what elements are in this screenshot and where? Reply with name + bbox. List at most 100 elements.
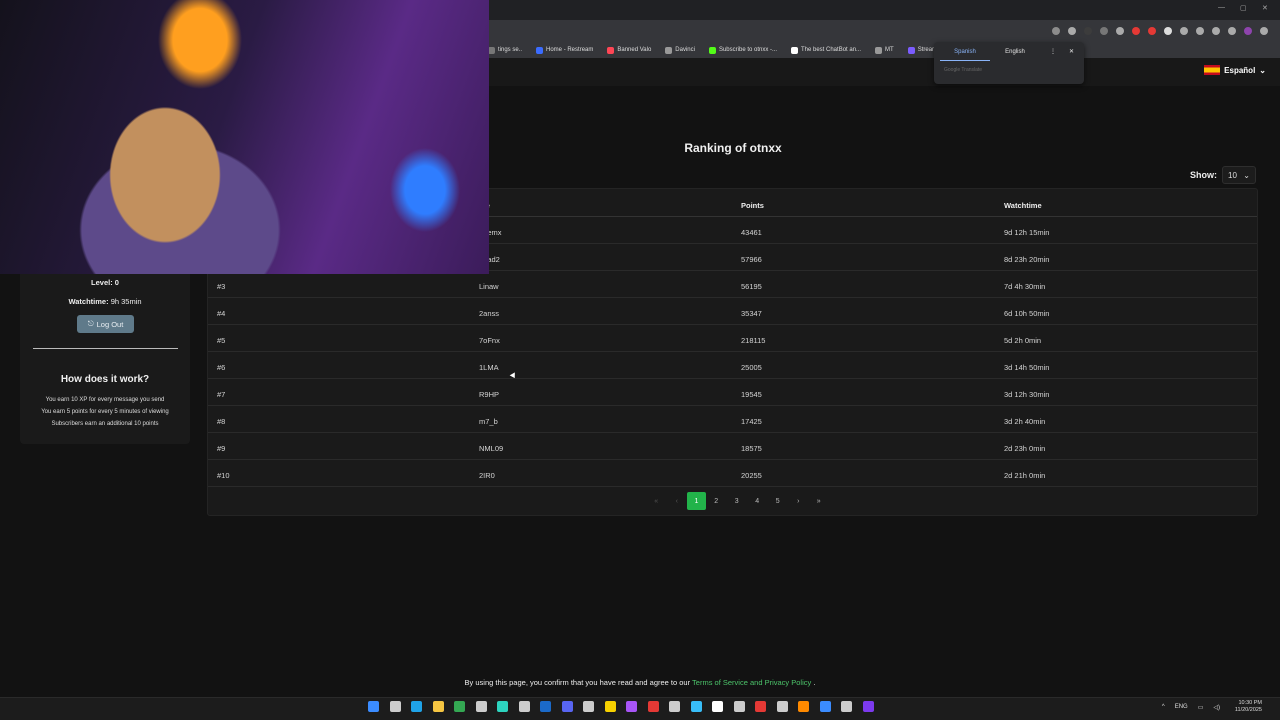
taskbar-app-icon[interactable]: [497, 701, 508, 712]
name-cell: NML09: [479, 444, 504, 453]
bookmark-favicon-icon: [607, 46, 615, 54]
taskbar-app-icon[interactable]: [540, 701, 551, 712]
taskbar-app-icon[interactable]: [475, 701, 487, 712]
bookmark-favicon-icon: [488, 46, 495, 54]
profile-avatar[interactable]: [1244, 27, 1252, 35]
extension-icon[interactable]: [1164, 27, 1172, 35]
taskbar-app-icon[interactable]: [733, 701, 745, 712]
kebab-menu-icon[interactable]: [1260, 27, 1268, 35]
taskbar-app-icon[interactable]: [669, 701, 680, 712]
chevron-down-icon: ⌄: [1243, 170, 1250, 180]
taskbar-app-icon[interactable]: [411, 701, 422, 712]
taskbar-app-icon[interactable]: [604, 701, 616, 712]
logout-button[interactable]: ⎋ Log Out: [77, 315, 134, 333]
taskbar-app-icon[interactable]: [561, 701, 573, 712]
bookmark-favicon-icon: [536, 46, 544, 54]
watchtime-cell: 5d 2h 0min: [1004, 336, 1042, 345]
more-options-icon[interactable]: ⋮: [1050, 48, 1056, 55]
taskbar-app-icon[interactable]: [583, 701, 594, 712]
webcam-overlay: [0, 0, 489, 274]
taskbar-app-icon[interactable]: [712, 701, 723, 712]
bookmark-item[interactable]: Banned Valo: [607, 46, 651, 54]
extension-icon[interactable]: [1148, 27, 1156, 35]
bookmark-label: MT: [885, 47, 894, 53]
bookmark-item[interactable]: Subscribe to otnxx -...: [708, 46, 777, 54]
terms-link[interactable]: Terms of Service and Privacy Policy: [692, 678, 811, 687]
bookmark-label: Davinci: [675, 47, 695, 53]
prev-page-button[interactable]: ‹: [667, 492, 688, 510]
taskbar-app-icon[interactable]: [755, 701, 766, 712]
close-icon[interactable]: ✕: [1069, 48, 1074, 55]
show-count-select[interactable]: 10 ⌄: [1222, 166, 1256, 184]
bookmark-item[interactable]: Home - Restream: [536, 46, 593, 54]
taskbar-app-icon[interactable]: [690, 701, 702, 712]
maximize-button[interactable]: ▢: [1240, 4, 1247, 12]
extension-icon[interactable]: [1228, 27, 1236, 35]
name-cell: 2IR0: [479, 471, 495, 480]
taskbar-app-icon[interactable]: [518, 701, 530, 712]
close-window-button[interactable]: ✕: [1262, 4, 1268, 12]
name-cell: Linaw: [479, 282, 499, 291]
first-page-button[interactable]: «: [646, 492, 667, 510]
taskbar-app-icon[interactable]: [432, 701, 444, 712]
chevron-up-icon[interactable]: ^: [1162, 704, 1165, 711]
chevron-down-icon: ⌄: [1259, 65, 1266, 75]
extension-icon[interactable]: [1116, 27, 1124, 35]
page-button[interactable]: 5: [768, 492, 789, 510]
divider: [33, 348, 178, 349]
page-button[interactable]: 2: [706, 492, 727, 510]
minimize-button[interactable]: —: [1218, 4, 1225, 11]
extension-icon[interactable]: [1132, 27, 1140, 35]
language-indicator[interactable]: ENG: [1175, 704, 1188, 711]
name-cell: 1LMA: [479, 363, 499, 372]
bookmark-item[interactable]: tings se..: [488, 46, 522, 54]
bookmark-label: The best ChatBot an...: [801, 47, 862, 53]
tab-spanish[interactable]: Spanish: [940, 44, 990, 61]
extension-icon[interactable]: [1180, 27, 1188, 35]
next-page-button[interactable]: ›: [788, 492, 809, 510]
taskbar-app-icon[interactable]: [798, 701, 809, 712]
page-button[interactable]: 3: [727, 492, 748, 510]
taskbar-app-icon[interactable]: [626, 701, 637, 712]
taskbar-app-icon[interactable]: [647, 701, 659, 712]
table-row: #4 2anss 35347 6d 10h 50min: [208, 298, 1257, 325]
taskbar-app-icon[interactable]: [862, 701, 874, 712]
taskbar-app-icon[interactable]: [368, 701, 379, 712]
clock[interactable]: 10:30 PM 11/20/2025: [1235, 700, 1262, 714]
menu-icon[interactable]: [1212, 27, 1220, 35]
bookmark-item[interactable]: The best ChatBot an...: [791, 46, 862, 54]
network-icon[interactable]: ▭: [1198, 704, 1204, 711]
bookmark-item[interactable]: MT: [875, 46, 894, 54]
table-row: #10 2IR0 20255 2d 21h 0min: [208, 460, 1257, 487]
show-count-value: 10: [1228, 170, 1237, 180]
separator-icon: [1084, 27, 1092, 35]
consent-footer: By using this page, you confirm that you…: [0, 678, 1280, 687]
watchtime-cell: 7d 4h 30min: [1004, 282, 1046, 291]
table-row: #7 R9HP 19545 3d 12h 30min: [208, 379, 1257, 406]
taskbar-app-icon[interactable]: [819, 701, 831, 712]
page-button[interactable]: 1: [687, 492, 706, 510]
how-it-works-title: How does it work?: [60, 374, 150, 385]
column-header-watchtime[interactable]: Watchtime: [1004, 201, 1042, 210]
language-selector[interactable]: Español ⌄: [1204, 65, 1266, 75]
last-page-button[interactable]: »: [809, 492, 830, 510]
bookmark-item[interactable]: Davinci: [665, 46, 695, 54]
puzzle-icon[interactable]: [1196, 27, 1204, 35]
taskbar-app-icon[interactable]: [454, 701, 465, 712]
star-icon[interactable]: [1068, 27, 1076, 35]
points-cell: 17425: [741, 417, 762, 426]
taskbar-app-icon[interactable]: [389, 701, 401, 712]
how-line: You earn 10 XP for every message you sen…: [45, 397, 165, 403]
rank-cell: #7: [217, 390, 226, 399]
page-button[interactable]: 4: [747, 492, 768, 510]
spain-flag-icon: [1204, 65, 1221, 75]
volume-icon[interactable]: ◁): [1213, 704, 1220, 711]
taskbar-app-icon[interactable]: [776, 701, 788, 712]
translate-popup: Spanish English Google Translate ⋮ ✕: [934, 42, 1084, 84]
column-header-points[interactable]: Points: [741, 201, 764, 210]
extension-icon[interactable]: [1100, 27, 1108, 35]
taskbar-app-icon[interactable]: [841, 701, 852, 712]
tab-english[interactable]: English: [990, 44, 1040, 60]
rank-cell: #4: [217, 309, 226, 318]
translate-icon[interactable]: [1052, 27, 1060, 35]
